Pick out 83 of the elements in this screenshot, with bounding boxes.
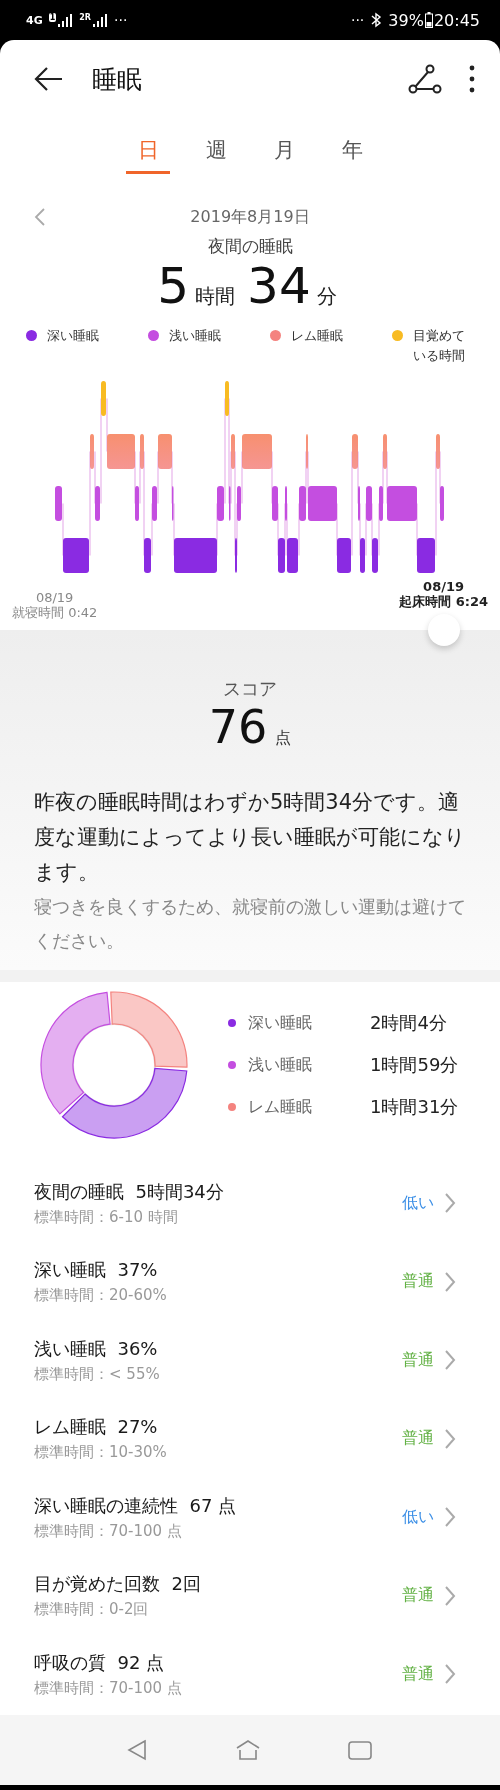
metric-title: 呼吸の質 92 点 bbox=[34, 1650, 166, 1675]
minutes-unit: 分 bbox=[316, 283, 337, 310]
slider-handle[interactable] bbox=[428, 614, 460, 646]
metric-rating: 普通 bbox=[402, 1271, 434, 1293]
chevron-right-icon bbox=[444, 1506, 456, 1529]
metric-title: 浅い睡眠 36% bbox=[34, 1336, 159, 1361]
stage-label: 浅い睡眠 bbox=[248, 1054, 313, 1076]
metric-title: 目が覚めた回数 2回 bbox=[34, 1572, 202, 1597]
metric-range: 標準時間：20-60% bbox=[34, 1286, 168, 1306]
metric-title: レム睡眠 27% bbox=[34, 1415, 159, 1440]
bluetooth-icon bbox=[370, 12, 383, 28]
chevron-right-icon bbox=[444, 1663, 456, 1686]
back-arrow-icon[interactable] bbox=[34, 66, 64, 92]
score-value: 76 bbox=[208, 701, 268, 753]
network-label: 4G bbox=[26, 13, 43, 27]
nav-back-icon[interactable] bbox=[127, 1739, 149, 1761]
chevron-right-icon bbox=[444, 1584, 456, 1607]
metric-rating: 普通 bbox=[402, 1349, 434, 1371]
legend-label: 浅い睡眠 bbox=[169, 327, 221, 345]
battery-icon bbox=[424, 12, 433, 28]
metric-rating: 低い bbox=[402, 1506, 434, 1528]
clock: 20:45 bbox=[433, 10, 480, 30]
sim-label: 2R bbox=[79, 12, 91, 22]
metric-range: 標準時間：6-10 時間 bbox=[34, 1207, 179, 1227]
score-label: スコア bbox=[222, 677, 278, 701]
metric-title: 深い睡眠 37% bbox=[34, 1258, 159, 1283]
metric-title: 夜間の睡眠 5時間34分 bbox=[34, 1179, 225, 1204]
nodes-icon[interactable] bbox=[408, 64, 442, 94]
sleep-message: 昨夜の睡眠時間はわずか5時間34分です。適度な運動によってより長い睡眠が可能になります。 bbox=[34, 789, 467, 886]
bedtime-label: 就寝時間 0:42 bbox=[12, 605, 98, 620]
hours-unit: 時間 bbox=[195, 283, 236, 310]
period-tab[interactable]: 年 bbox=[330, 136, 374, 174]
metric-rating: 普通 bbox=[402, 1585, 434, 1607]
stage-duration: 1時間59分 bbox=[370, 1053, 459, 1077]
metric-row[interactable]: 深い睡眠 37% 標準時間：20-60% 普通 bbox=[0, 1242, 500, 1321]
wake-date: 08/19 bbox=[423, 579, 465, 594]
summary-caption: 夜間の睡眠 bbox=[206, 235, 294, 258]
metric-rating: 普通 bbox=[402, 1428, 434, 1450]
score-unit: 点 bbox=[275, 728, 292, 749]
metric-rating: 普通 bbox=[402, 1663, 434, 1685]
signal-icon bbox=[56, 12, 74, 28]
bedtime-date: 08/19 bbox=[35, 590, 74, 605]
metric-range: 標準時間：70-100 点 bbox=[34, 1521, 183, 1541]
more-icon[interactable] bbox=[468, 64, 476, 94]
period-tab[interactable]: 週 bbox=[194, 136, 238, 174]
metric-range: 標準時間：< 55% bbox=[34, 1364, 161, 1384]
metric-title: 深い睡眠の連続性 67 点 bbox=[34, 1493, 238, 1518]
chevron-right-icon bbox=[444, 1192, 456, 1215]
stage-label: レム睡眠 bbox=[248, 1096, 313, 1118]
signal-icon bbox=[91, 12, 108, 28]
battery-percent: 39% bbox=[388, 10, 424, 30]
sim-badge: 1 bbox=[48, 12, 57, 22]
chevron-left-icon[interactable] bbox=[34, 207, 46, 227]
metric-row[interactable]: 夜間の睡眠 5時間34分 標準時間：6-10 時間 低い bbox=[0, 1164, 500, 1243]
page-title: 睡眠 bbox=[92, 63, 143, 96]
chevron-right-icon bbox=[444, 1349, 456, 1372]
overflow-dots: ··· bbox=[114, 12, 128, 28]
date-label: 2019年8月19日 bbox=[190, 206, 310, 228]
wake-label: 起床時間 6:24 bbox=[399, 594, 488, 609]
stage-duration: 2時間4分 bbox=[370, 1011, 448, 1035]
overflow-dots: ··· bbox=[350, 12, 365, 28]
metric-row[interactable]: 深い睡眠の連続性 67 点 標準時間：70-100 点 低い bbox=[0, 1478, 500, 1557]
metric-range: 標準時間：10-30% bbox=[34, 1443, 168, 1463]
stage-duration: 1時間31分 bbox=[370, 1095, 459, 1119]
recent-apps-icon[interactable] bbox=[347, 1739, 373, 1761]
metric-row[interactable]: レム睡眠 27% 標準時間：10-30% 普通 bbox=[0, 1399, 500, 1478]
chevron-right-icon bbox=[444, 1427, 456, 1450]
metric-rating: 低い bbox=[402, 1192, 434, 1214]
home-icon[interactable] bbox=[235, 1739, 261, 1761]
duration-minutes: 34 bbox=[247, 258, 311, 314]
sleep-tip: 寝つきを良くするため、就寝前の激しい運動は避けてください。 bbox=[34, 895, 466, 953]
legend-label: 目覚めている時間 bbox=[413, 327, 465, 365]
metric-row[interactable]: 浅い睡眠 36% 標準時間：< 55% 普通 bbox=[0, 1321, 500, 1400]
duration-hours: 5 bbox=[157, 258, 190, 314]
stage-label: 深い睡眠 bbox=[248, 1012, 313, 1034]
legend-label: 深い睡眠 bbox=[47, 327, 99, 345]
metric-range: 標準時間：0-2回 bbox=[34, 1600, 150, 1620]
metric-row[interactable]: 呼吸の質 92 点 標準時間：70-100 点 普通 bbox=[0, 1635, 500, 1714]
legend-label: レム睡眠 bbox=[291, 327, 343, 345]
chevron-right-icon bbox=[444, 1270, 456, 1293]
period-tab[interactable]: 月 bbox=[262, 136, 306, 174]
metric-range: 標準時間：70-100 点 bbox=[34, 1678, 183, 1698]
metric-row[interactable]: 目が覚めた回数 2回 標準時間：0-2回 普通 bbox=[0, 1556, 500, 1635]
